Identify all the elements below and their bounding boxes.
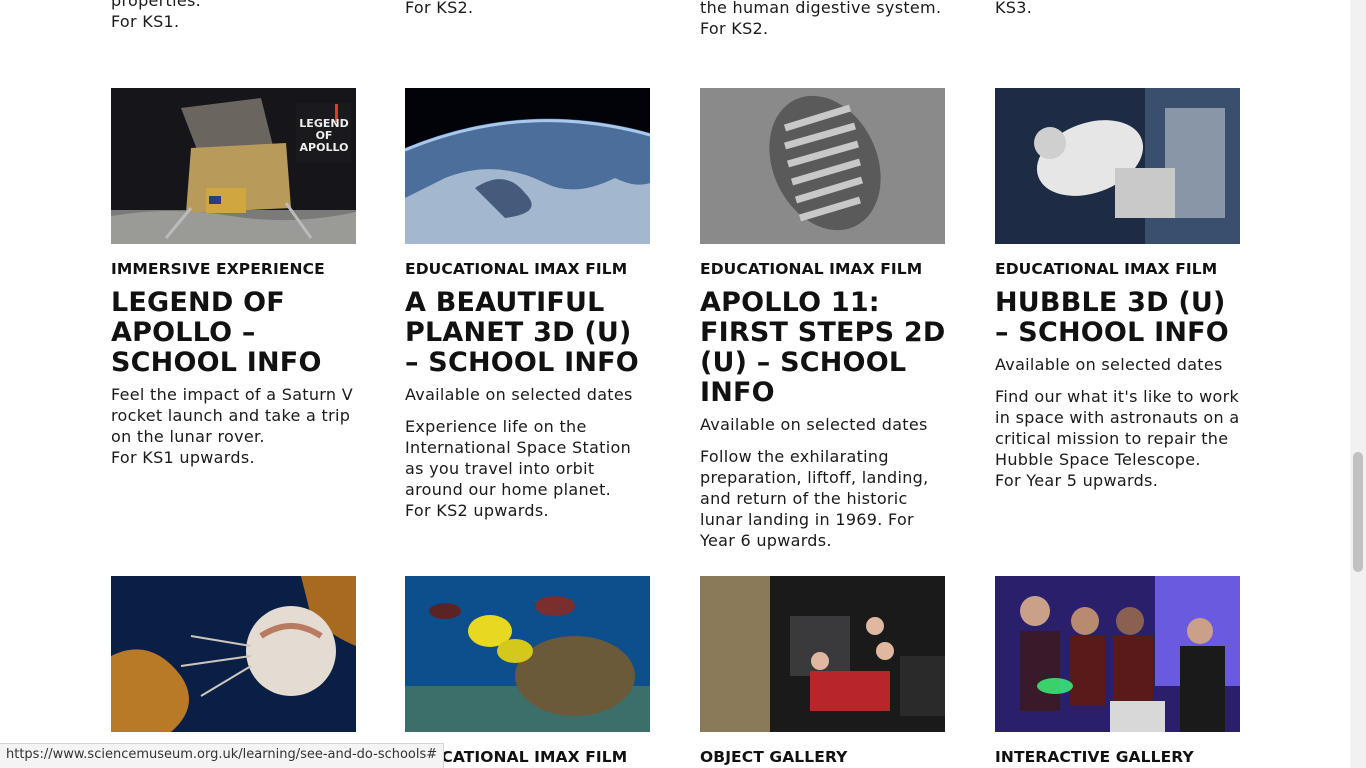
card-legend-of-apollo[interactable]: LEGEND OF APOLLO IMMERSIVE EXPERIENCE LE… xyxy=(111,88,357,468)
card-category: INTERACTIVE GALLERY xyxy=(995,748,1194,766)
card-image-nautilus[interactable] xyxy=(111,576,356,732)
prev-card-text-1: properties. For KS1. xyxy=(111,0,202,31)
apollo-logo-overlay: LEGEND OF APOLLO xyxy=(299,117,349,154)
prev-card-text-4: KS3. xyxy=(995,0,1033,17)
prev-card-text-2: For KS2. xyxy=(405,0,474,17)
card-category: IMMERSIVE EXPERIENCE xyxy=(111,260,325,278)
card-interactive-gallery[interactable]: INTERACTIVE GALLERY xyxy=(995,576,1241,766)
card-availability: Available on selected dates xyxy=(405,385,633,404)
page-scrollbar[interactable] xyxy=(1350,0,1366,768)
card-imax-turtle[interactable]: EDUCATIONAL IMAX FILM xyxy=(405,576,651,766)
card-image-astronaut-hubble[interactable] xyxy=(995,88,1240,244)
card-availability: Available on selected dates xyxy=(995,355,1223,374)
card-object-gallery[interactable]: OBJECT GALLERY xyxy=(700,576,946,766)
card-description: Follow the exhilarating preparation, lif… xyxy=(700,447,929,550)
card-image-apollo-lander[interactable]: LEGEND OF APOLLO xyxy=(111,88,356,244)
card-image-sea-turtle[interactable] xyxy=(405,576,650,732)
card-title[interactable]: LEGEND OF APOLLO – SCHOOL INFO xyxy=(111,288,357,378)
card-description: Find our what it's like to work in space… xyxy=(995,387,1240,490)
card-a-beautiful-planet[interactable]: EDUCATIONAL IMAX FILM A BEAUTIFUL PLANET… xyxy=(405,88,651,521)
card-availability: Available on selected dates xyxy=(700,415,928,434)
card-category: EDUCATIONAL IMAX FILM xyxy=(405,260,628,278)
status-bar-url: https://www.sciencemuseum.org.uk/learnin… xyxy=(0,743,445,768)
card-nautilus[interactable] xyxy=(111,576,357,732)
card-image-lunar-footprint[interactable] xyxy=(700,88,945,244)
card-image-interactive-students[interactable] xyxy=(995,576,1240,732)
card-category: EDUCATIONAL IMAX FILM xyxy=(700,260,923,278)
scrollbar-thumb[interactable] xyxy=(1353,452,1363,572)
card-image-earth-orbit[interactable] xyxy=(405,88,650,244)
card-image-gallery-visitors[interactable] xyxy=(700,576,945,732)
page: properties. For KS1. For KS2. the human d… xyxy=(0,0,1350,768)
card-title[interactable]: A BEAUTIFUL PLANET 3D (U) – SCHOOL INFO xyxy=(405,288,651,378)
card-title[interactable]: HUBBLE 3D (U) – SCHOOL INFO xyxy=(995,288,1241,348)
card-description: Feel the impact of a Saturn V rocket lau… xyxy=(111,385,353,467)
prev-card-text-3: the human digestive system. For KS2. xyxy=(700,0,942,38)
card-description: Experience life on the International Spa… xyxy=(405,417,632,520)
card-apollo-11-first-steps[interactable]: EDUCATIONAL IMAX FILM APOLLO 11: FIRST S… xyxy=(700,88,946,551)
card-title[interactable]: APOLLO 11: FIRST STEPS 2D (U) – SCHOOL I… xyxy=(700,288,946,408)
card-hubble-3d[interactable]: EDUCATIONAL IMAX FILM HUBBLE 3D (U) – SC… xyxy=(995,88,1241,491)
card-category: OBJECT GALLERY xyxy=(700,748,848,766)
card-category: EDUCATIONAL IMAX FILM xyxy=(995,260,1218,278)
